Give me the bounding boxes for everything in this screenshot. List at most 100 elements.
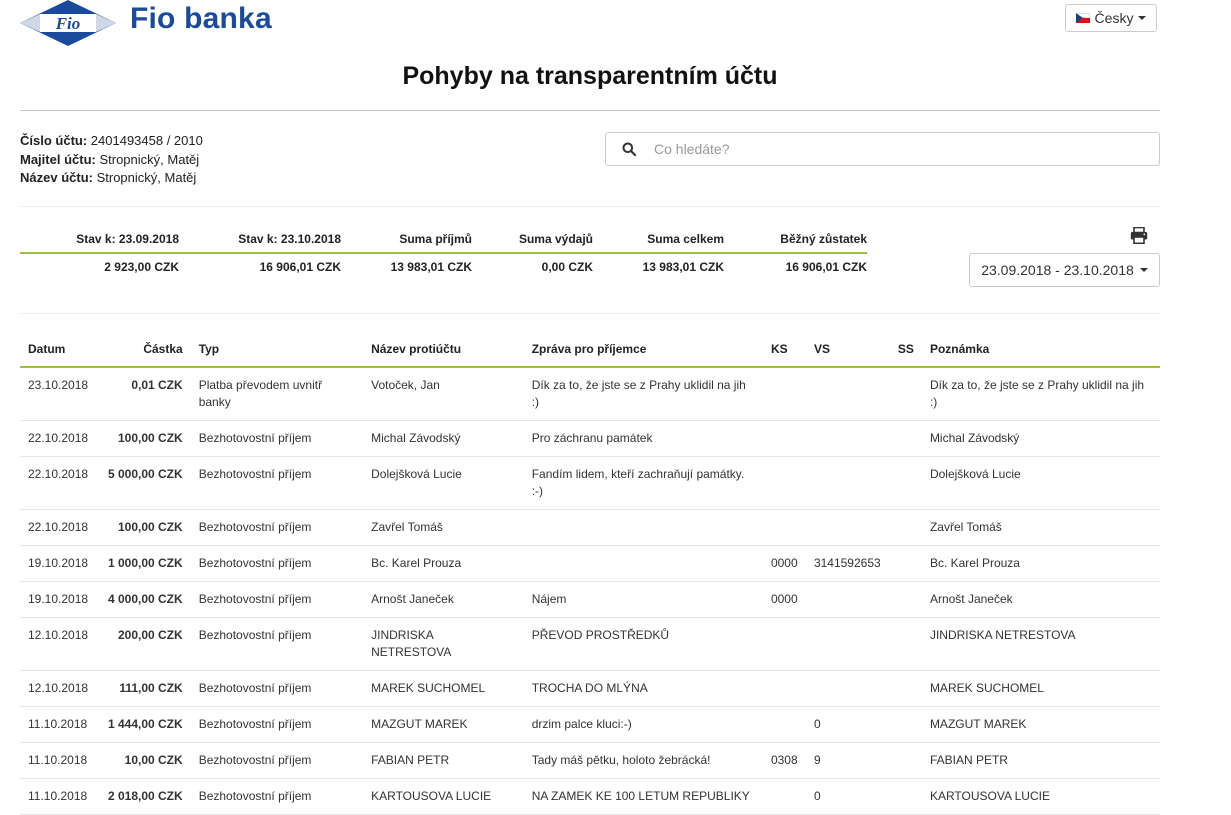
type-cell: Bezhotovostní příjem <box>190 778 364 815</box>
ks-cell: 0000 <box>762 581 806 618</box>
type-cell: Bezhotovostní příjem <box>190 670 364 707</box>
note-cell: Zavřel Tomáš <box>921 509 1160 546</box>
table-row[interactable]: 19.10.2018 4 000,00 CZK Bezhotovostní příj… <box>20 581 1160 618</box>
fio-logo-icon: Fio <box>20 0 116 46</box>
account-name-row: Název účtu: Stropnický, Matěj <box>20 169 203 188</box>
date-cell: 11.10.2018 <box>20 742 100 779</box>
ss-cell <box>889 778 922 815</box>
language-dropdown[interactable]: Česky <box>1065 4 1157 32</box>
search-icon <box>606 142 652 156</box>
date-cell: 19.10.2018 <box>20 545 100 582</box>
search-box[interactable] <box>605 132 1160 166</box>
amount-cell: 200,00 CZK <box>99 617 191 671</box>
table-row[interactable]: 12.10.2018 111,00 CZK Bezhotovostní příjem… <box>20 670 1160 707</box>
table-row[interactable]: 22.10.2018 100,00 CZK Bezhotovostní příjem… <box>20 420 1160 457</box>
table-row[interactable]: 22.10.2018 5 000,00 CZK Bezhotovostní příj… <box>20 456 1160 510</box>
summary-value: 13 983,01 CZK <box>390 260 472 274</box>
summary-values-row: 2 923,00 CZK 16 906,01 CZK 13 983,01 CZK 0,… <box>20 254 867 280</box>
ss-cell <box>889 581 922 618</box>
counterparty-cell: Bc. Karel Prouza <box>363 545 524 582</box>
table-row[interactable]: 22.10.2018 100,00 CZK Bezhotovostní příjem… <box>20 509 1160 546</box>
table-row[interactable]: 11.10.2018 1 444,00 CZK Bezhotovostní příj… <box>20 706 1160 743</box>
table-body: 23.10.2018 0,01 CZK Platba převodem uvnitř… <box>20 367 1160 815</box>
table-row[interactable]: 12.10.2018 200,00 CZK Bezhotovostní příjem… <box>20 617 1160 671</box>
date-cell: 12.10.2018 <box>20 670 100 707</box>
column-type-header[interactable]: Typ <box>190 332 364 368</box>
date-cell: 11.10.2018 <box>20 706 100 743</box>
ks-cell <box>762 706 806 743</box>
ks-cell <box>762 778 806 815</box>
type-cell: Bezhotovostní příjem <box>190 420 364 457</box>
chevron-down-icon <box>1139 268 1148 272</box>
search-input[interactable] <box>652 141 1159 157</box>
column-date-header[interactable]: Datum <box>20 332 100 368</box>
message-cell: Tady máš pětku, holoto žebrácká! <box>523 742 763 779</box>
message-cell: TROCHA DO MLÝNA <box>523 670 763 707</box>
counterparty-cell: FABIAN PETR <box>363 742 524 779</box>
account-owner-row: Majitel účtu: Stropnický, Matěj <box>20 151 203 170</box>
counterparty-cell: Arnošt Janeček <box>363 581 524 618</box>
ss-cell <box>889 742 922 779</box>
svg-text:Fio: Fio <box>55 14 81 33</box>
message-cell <box>523 545 763 582</box>
ks-cell <box>762 456 806 510</box>
divider <box>20 110 1160 111</box>
table-row[interactable]: 11.10.2018 2 018,00 CZK Bezhotovostní příj… <box>20 778 1160 815</box>
note-cell: Arnošt Janeček <box>921 581 1160 618</box>
type-cell: Bezhotovostní příjem <box>190 617 364 671</box>
counterparty-cell: KARTOUSOVA LUCIE <box>363 778 524 815</box>
amount-cell: 1 000,00 CZK <box>99 545 191 582</box>
column-vs-header[interactable]: VS <box>805 332 890 368</box>
table-header-row: Datum Částka Typ Název protiúčtu Zpráva pro … <box>20 332 1160 368</box>
ks-cell: 0308 <box>762 742 806 779</box>
summary-header: Stav k: 23.10.2018 <box>238 232 341 246</box>
vs-cell: 3141592653 <box>805 545 890 582</box>
note-cell: Michal Závodský <box>921 420 1160 457</box>
note-cell: FABIAN PETR <box>921 742 1160 779</box>
note-cell: Dolejšková Lucie <box>921 456 1160 510</box>
ss-cell <box>889 617 922 671</box>
vs-cell <box>805 509 890 546</box>
ss-cell <box>889 670 922 707</box>
date-range-dropdown[interactable]: 23.09.2018 - 23.10.2018 <box>969 253 1160 287</box>
summary-header: Suma výdajů <box>518 232 593 246</box>
counterparty-cell: Votoček, Jan <box>363 367 524 421</box>
amount-cell: 100,00 CZK <box>99 509 191 546</box>
summary-header: Stav k: 23.09.2018 <box>76 232 179 246</box>
vs-cell <box>805 367 890 421</box>
amount-cell: 111,00 CZK <box>99 670 191 707</box>
table-row[interactable]: 11.10.2018 10,00 CZK Bezhotovostní příjem F… <box>20 742 1160 779</box>
account-name: Stropnický, Matěj <box>96 170 197 185</box>
ks-cell <box>762 617 806 671</box>
summary-header: Běžný zůstatek <box>780 232 867 246</box>
account-number-row: Číslo účtu: 2401493458 / 2010 <box>20 132 203 151</box>
column-counterparty-header[interactable]: Název protiúčtu <box>363 332 524 368</box>
account-number: 2401493458 / 2010 <box>90 133 203 148</box>
date-cell: 22.10.2018 <box>20 509 100 546</box>
czech-flag-icon <box>1075 13 1090 23</box>
message-cell: NA ZAMEK KE 100 LETUM REPUBLIKY <box>523 778 763 815</box>
column-note-header[interactable]: Poznámka <box>921 332 1160 368</box>
column-amount-header[interactable]: Částka <box>99 332 191 368</box>
fio-banka-logo[interactable]: Fio Fio banka <box>20 0 310 46</box>
type-cell: Platba převodem uvnitř banky <box>190 367 364 421</box>
summary-header: Suma příjmů <box>399 232 472 246</box>
ss-cell <box>889 509 922 546</box>
table-row[interactable]: 19.10.2018 1 000,00 CZK Bezhotovostní příj… <box>20 545 1160 582</box>
column-message-header[interactable]: Zpráva pro příjemce <box>523 332 763 368</box>
message-cell: drzim palce kluci:-) <box>523 706 763 743</box>
counterparty-cell: MAREK SUCHOMEL <box>363 670 524 707</box>
column-ss-header[interactable]: SS <box>889 332 922 368</box>
summary-value: 16 906,01 CZK <box>259 260 341 274</box>
amount-cell: 10,00 CZK <box>99 742 191 779</box>
ss-cell <box>889 545 922 582</box>
column-ks-header[interactable]: KS <box>762 332 806 368</box>
ks-cell <box>762 367 806 421</box>
note-cell: MAZGUT MAREK <box>921 706 1160 743</box>
vs-cell <box>805 420 890 457</box>
ks-cell <box>762 670 806 707</box>
print-icon[interactable] <box>1130 227 1148 244</box>
message-cell: Dík za to, že jste se z Prahy uklidil na… <box>523 367 763 421</box>
account-info: Číslo účtu: 2401493458 / 2010 Majitel úč… <box>20 132 203 188</box>
table-row[interactable]: 23.10.2018 0,01 CZK Platba převodem uvnitř… <box>20 367 1160 421</box>
